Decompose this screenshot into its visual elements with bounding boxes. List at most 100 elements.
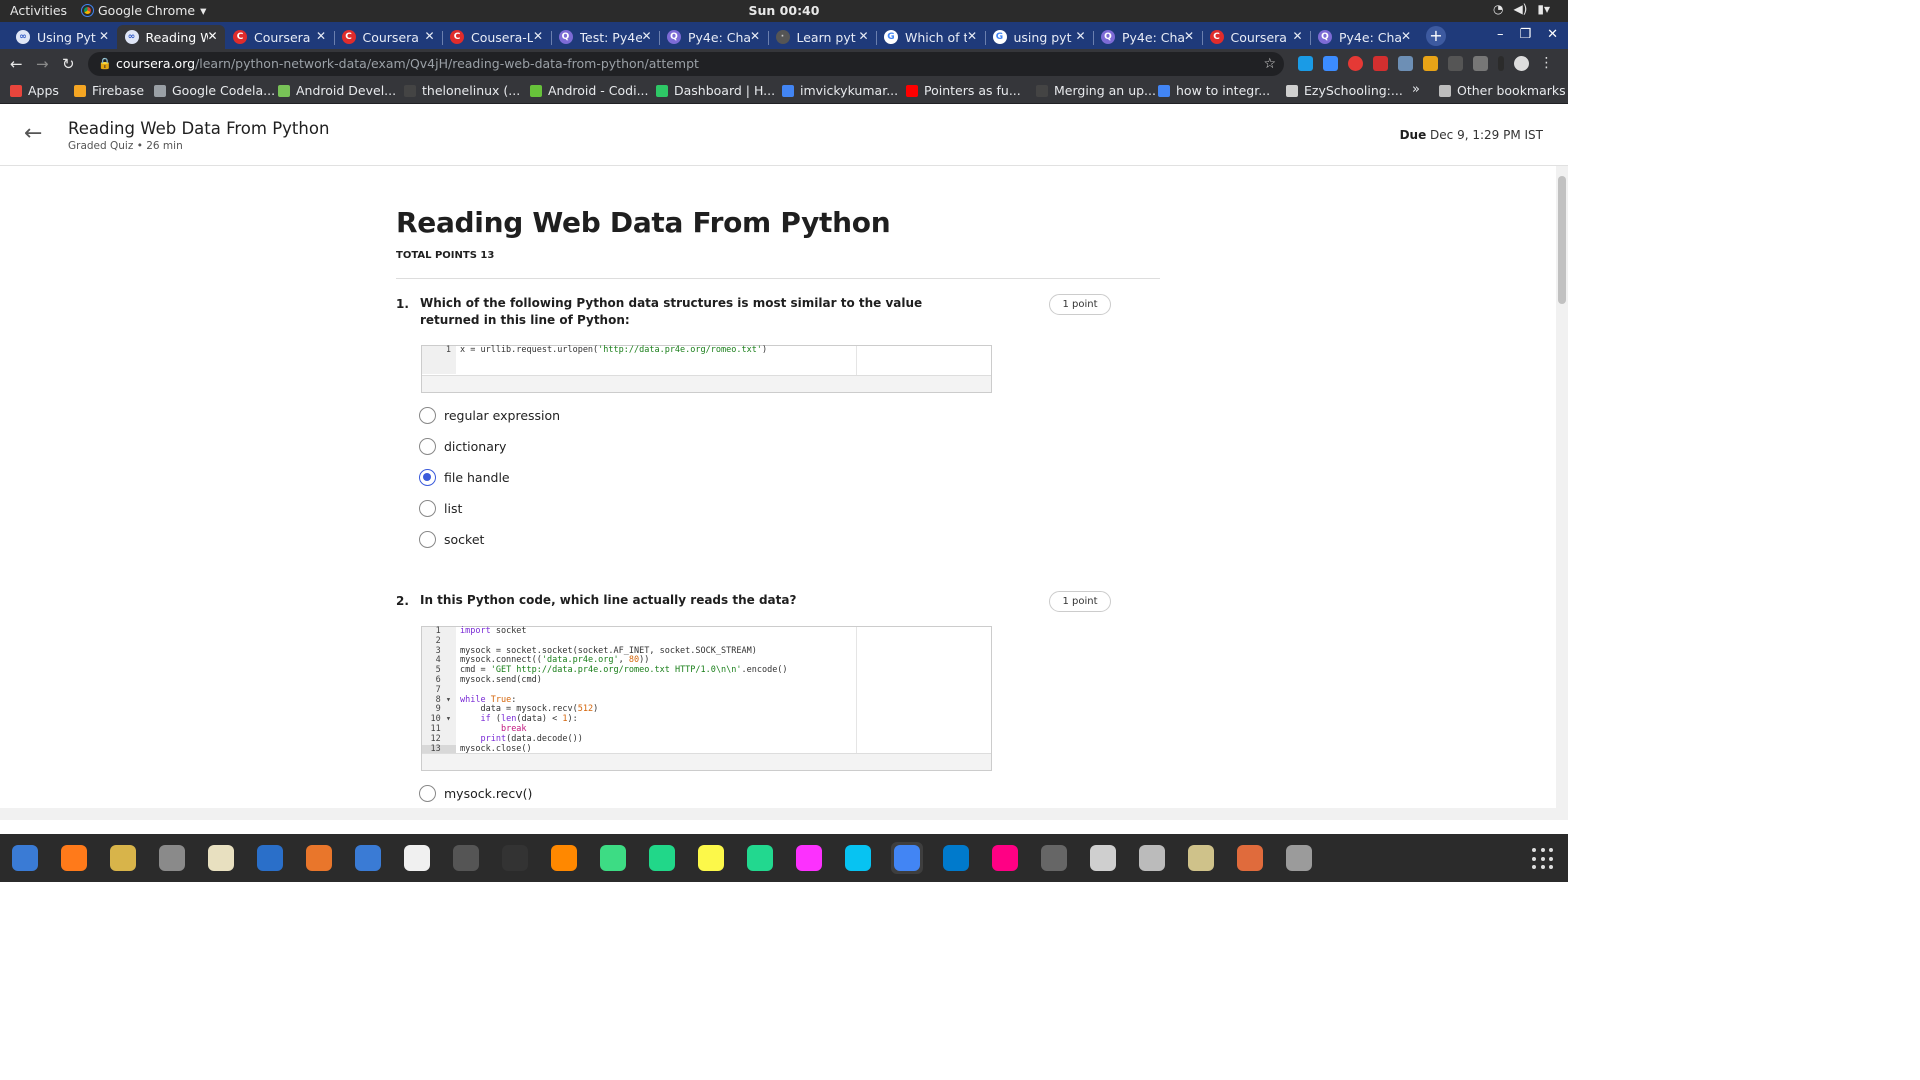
- answer-option[interactable]: socket: [419, 531, 484, 548]
- bookmark-item[interactable]: Dashboard | H...: [656, 83, 775, 98]
- extension-icon[interactable]: [1423, 56, 1438, 71]
- vscode-icon[interactable]: [940, 842, 972, 874]
- system-tray[interactable]: ◔ ◀) ▮▾: [1493, 2, 1550, 16]
- tab[interactable]: C Coursera ✕: [1202, 25, 1310, 49]
- bookmark-item[interactable]: Android - Codi...: [530, 83, 649, 98]
- reload-icon[interactable]: ↻: [62, 55, 75, 73]
- bookmarks-overflow-button[interactable]: »: [1412, 82, 1420, 97]
- other-bookmarks-folder[interactable]: Other bookmarks: [1439, 83, 1566, 98]
- answer-option[interactable]: mysock.recv(): [419, 785, 532, 802]
- vertical-scrollbar[interactable]: [1556, 166, 1568, 820]
- answer-option[interactable]: dictionary: [419, 438, 506, 455]
- code-block[interactable]: 1 2 3 4 5 6 7 8 ▾ 9 10 ▾ 11 12 13 import s…: [421, 626, 992, 771]
- tab[interactable]: G Which of t ✕: [876, 25, 984, 49]
- tab[interactable]: C Cousera-L ✕: [442, 25, 550, 49]
- scrollbar-thumb[interactable]: [1558, 176, 1566, 304]
- back-arrow-icon[interactable]: ←: [10, 55, 23, 73]
- app-menu[interactable]: Google Chrome ▾: [81, 3, 206, 18]
- show-applications-icon[interactable]: [1532, 848, 1554, 870]
- answer-option[interactable]: list: [419, 500, 462, 517]
- bookmark-item[interactable]: Pointers as fu...: [906, 83, 1021, 98]
- bookmark-item[interactable]: Google Codela...: [154, 83, 275, 98]
- tab[interactable]: Q Py4e: Cha ✕: [1310, 25, 1418, 49]
- chrome-icon[interactable]: [891, 842, 923, 874]
- tab[interactable]: C Coursera ✕: [334, 25, 442, 49]
- tab[interactable]: Q Py4e: Cha ✕: [1093, 25, 1201, 49]
- pycharm-pro-icon[interactable]: [695, 842, 727, 874]
- radio-button[interactable]: [419, 407, 436, 424]
- close-tab-icon[interactable]: ✕: [207, 29, 217, 43]
- rhythmbox-icon[interactable]: [107, 842, 139, 874]
- horizontal-scrollbar[interactable]: [0, 808, 1556, 820]
- video-editor-icon[interactable]: [450, 842, 482, 874]
- radio-button[interactable]: [419, 469, 436, 486]
- close-tab-icon[interactable]: ✕: [316, 29, 326, 43]
- bookmark-item[interactable]: EzySchooling:...: [1286, 83, 1403, 98]
- webstorm-icon[interactable]: [842, 842, 874, 874]
- scanner-icon[interactable]: [1136, 842, 1168, 874]
- minimize-icon[interactable]: –: [1497, 27, 1504, 42]
- close-tab-icon[interactable]: ✕: [533, 29, 543, 43]
- extension-icon[interactable]: [1323, 56, 1338, 71]
- code-block[interactable]: 1 x = urllib.request.urlopen('http://data…: [421, 345, 992, 393]
- tab[interactable]: ∞ Using Pyt ✕: [8, 25, 116, 49]
- clion-icon[interactable]: [744, 842, 776, 874]
- pycharm-icon[interactable]: [646, 842, 678, 874]
- android-studio-icon[interactable]: [597, 842, 629, 874]
- image-viewer-icon[interactable]: [1185, 842, 1217, 874]
- terminal-icon[interactable]: [499, 842, 531, 874]
- firefox-icon[interactable]: [58, 842, 90, 874]
- close-tab-icon[interactable]: ✕: [858, 29, 868, 43]
- tab[interactable]: C Coursera ✕: [225, 25, 333, 49]
- activities-button[interactable]: Activities: [10, 3, 67, 18]
- close-tab-icon[interactable]: ✕: [1292, 29, 1302, 43]
- close-tab-icon[interactable]: ✕: [641, 29, 651, 43]
- intellij-icon[interactable]: [793, 842, 825, 874]
- libreoffice-writer-icon[interactable]: [254, 842, 286, 874]
- bookmark-item[interactable]: how to integr...: [1158, 83, 1270, 98]
- files-icon[interactable]: [156, 842, 188, 874]
- radio-button[interactable]: [419, 785, 436, 802]
- clock[interactable]: Sun 00:40: [0, 3, 1568, 18]
- thunderbird-icon[interactable]: [9, 842, 41, 874]
- bookmark-item[interactable]: Merging an up...: [1036, 83, 1156, 98]
- extension-icon[interactable]: [1348, 56, 1363, 71]
- tab[interactable]: · Learn pyt ✕: [768, 25, 876, 49]
- archive-manager-icon[interactable]: [1234, 842, 1266, 874]
- back-arrow-icon[interactable]: ←: [24, 123, 42, 145]
- extension-icon[interactable]: [1473, 56, 1488, 71]
- profile-avatar-icon[interactable]: [1514, 56, 1529, 71]
- software-center-icon[interactable]: [303, 842, 335, 874]
- close-tab-icon[interactable]: ✕: [750, 29, 760, 43]
- extension-icon[interactable]: [1398, 56, 1413, 71]
- vlc-icon[interactable]: [548, 842, 580, 874]
- tab[interactable]: Q Py4e: Cha ✕: [659, 25, 767, 49]
- new-tab-button[interactable]: +: [1426, 26, 1446, 46]
- extension-icon[interactable]: [1448, 56, 1463, 71]
- bookmark-item[interactable]: Android Devel...: [278, 83, 396, 98]
- radio-button[interactable]: [419, 531, 436, 548]
- amazon-icon[interactable]: [401, 842, 433, 874]
- close-tab-icon[interactable]: ✕: [99, 29, 109, 43]
- close-icon[interactable]: ✕: [1547, 27, 1558, 42]
- cheese-webcam-icon[interactable]: [1283, 842, 1315, 874]
- text-editor-icon[interactable]: [205, 842, 237, 874]
- bookmark-item[interactable]: thelonelinux (...: [404, 83, 520, 98]
- extension-icon[interactable]: [1298, 56, 1313, 71]
- color-picker-icon[interactable]: [1038, 842, 1070, 874]
- radio-button[interactable]: [419, 438, 436, 455]
- printer-icon[interactable]: [1087, 842, 1119, 874]
- flickr-icon[interactable]: [989, 842, 1021, 874]
- bookmark-star-icon[interactable]: ☆: [1263, 52, 1276, 76]
- restore-icon[interactable]: ❐: [1519, 27, 1531, 42]
- close-tab-icon[interactable]: ✕: [1184, 29, 1194, 43]
- close-tab-icon[interactable]: ✕: [424, 29, 434, 43]
- tab[interactable]: Q Test: Py4e ✕: [551, 25, 659, 49]
- address-bar[interactable]: 🔒 coursera.org/learn/python-network-data…: [88, 52, 1284, 76]
- extension-icon[interactable]: [1373, 56, 1388, 71]
- answer-option[interactable]: file handle: [419, 469, 510, 486]
- tab[interactable]: ∞ Reading W ✕: [116, 25, 225, 49]
- menu-kebab-icon[interactable]: ⋮: [1539, 56, 1554, 71]
- help-icon[interactable]: [352, 842, 384, 874]
- answer-option[interactable]: regular expression: [419, 407, 560, 424]
